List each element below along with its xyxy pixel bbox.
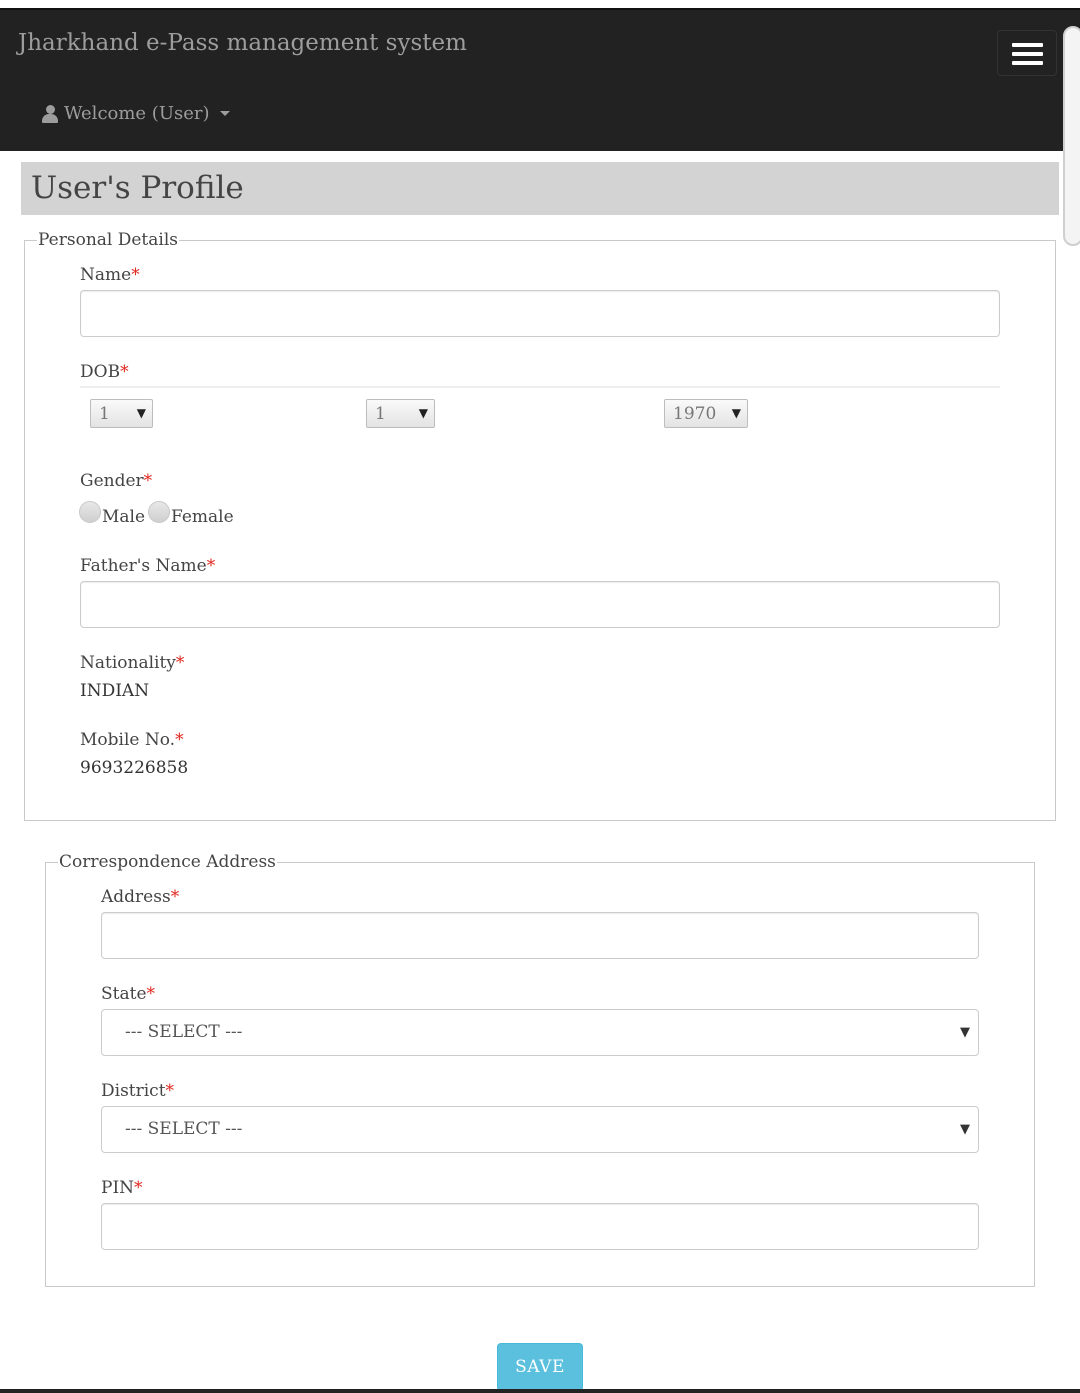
- dob-year-select[interactable]: 1970 ▼: [664, 399, 748, 428]
- correspondence-address-legend: Correspondence Address: [58, 852, 277, 872]
- welcome-text: Welcome (User): [64, 103, 210, 124]
- gender-male-label: Male: [102, 507, 146, 527]
- scrollbar-thumb[interactable]: [1063, 26, 1080, 246]
- gender-male-radio[interactable]: [79, 501, 101, 523]
- brand-title[interactable]: Jharkhand e-Pass management system: [18, 30, 467, 56]
- father-name-input[interactable]: [80, 581, 1000, 628]
- nationality-value: INDIAN: [80, 681, 150, 701]
- district-label: District*: [101, 1081, 175, 1101]
- state-label: State*: [101, 984, 156, 1004]
- welcome-user-dropdown[interactable]: Welcome (User): [42, 103, 230, 124]
- gender-female-radio[interactable]: [148, 501, 170, 523]
- caret-down-icon: [219, 111, 230, 116]
- address-label: Address*: [101, 887, 180, 907]
- bottom-border: [0, 1389, 1080, 1393]
- page-title: User's Profile: [31, 170, 244, 206]
- pin-input[interactable]: [101, 1203, 979, 1250]
- dob-label: DOB*: [80, 362, 129, 382]
- hamburger-menu-button[interactable]: [997, 30, 1057, 76]
- state-select[interactable]: --- SELECT --- ▼: [101, 1009, 979, 1056]
- hamburger-menu-icon: [1012, 43, 1043, 47]
- select-arrow-icon: ▼: [418, 406, 428, 420]
- pin-label: PIN*: [101, 1178, 143, 1198]
- select-arrow-icon: ▼: [136, 406, 146, 420]
- page-title-bar: User's Profile: [21, 162, 1059, 215]
- gender-female-label: Female: [171, 507, 234, 527]
- select-arrow-icon: ▼: [960, 1122, 970, 1137]
- user-icon: [42, 104, 58, 123]
- select-arrow-icon: ▼: [960, 1025, 970, 1040]
- gender-label: Gender*: [80, 471, 153, 491]
- dob-day-select[interactable]: 1 ▼: [90, 399, 153, 428]
- top-border: [0, 0, 1080, 10]
- nationality-label: Nationality*: [80, 653, 185, 673]
- navbar: Jharkhand e-Pass management system Welco…: [0, 10, 1080, 151]
- dob-divider: [80, 386, 1000, 388]
- mobile-label: Mobile No.*: [80, 730, 184, 750]
- name-label: Name*: [80, 265, 140, 285]
- save-button[interactable]: SAVE: [497, 1343, 583, 1391]
- father-name-label: Father's Name*: [80, 556, 216, 576]
- name-input[interactable]: [80, 290, 1000, 337]
- select-arrow-icon: ▼: [731, 406, 741, 420]
- address-input[interactable]: [101, 912, 979, 959]
- mobile-value: 9693226858: [80, 758, 189, 778]
- personal-details-legend: Personal Details: [37, 230, 180, 250]
- district-select[interactable]: --- SELECT --- ▼: [101, 1106, 979, 1153]
- dob-month-select[interactable]: 1 ▼: [366, 399, 435, 428]
